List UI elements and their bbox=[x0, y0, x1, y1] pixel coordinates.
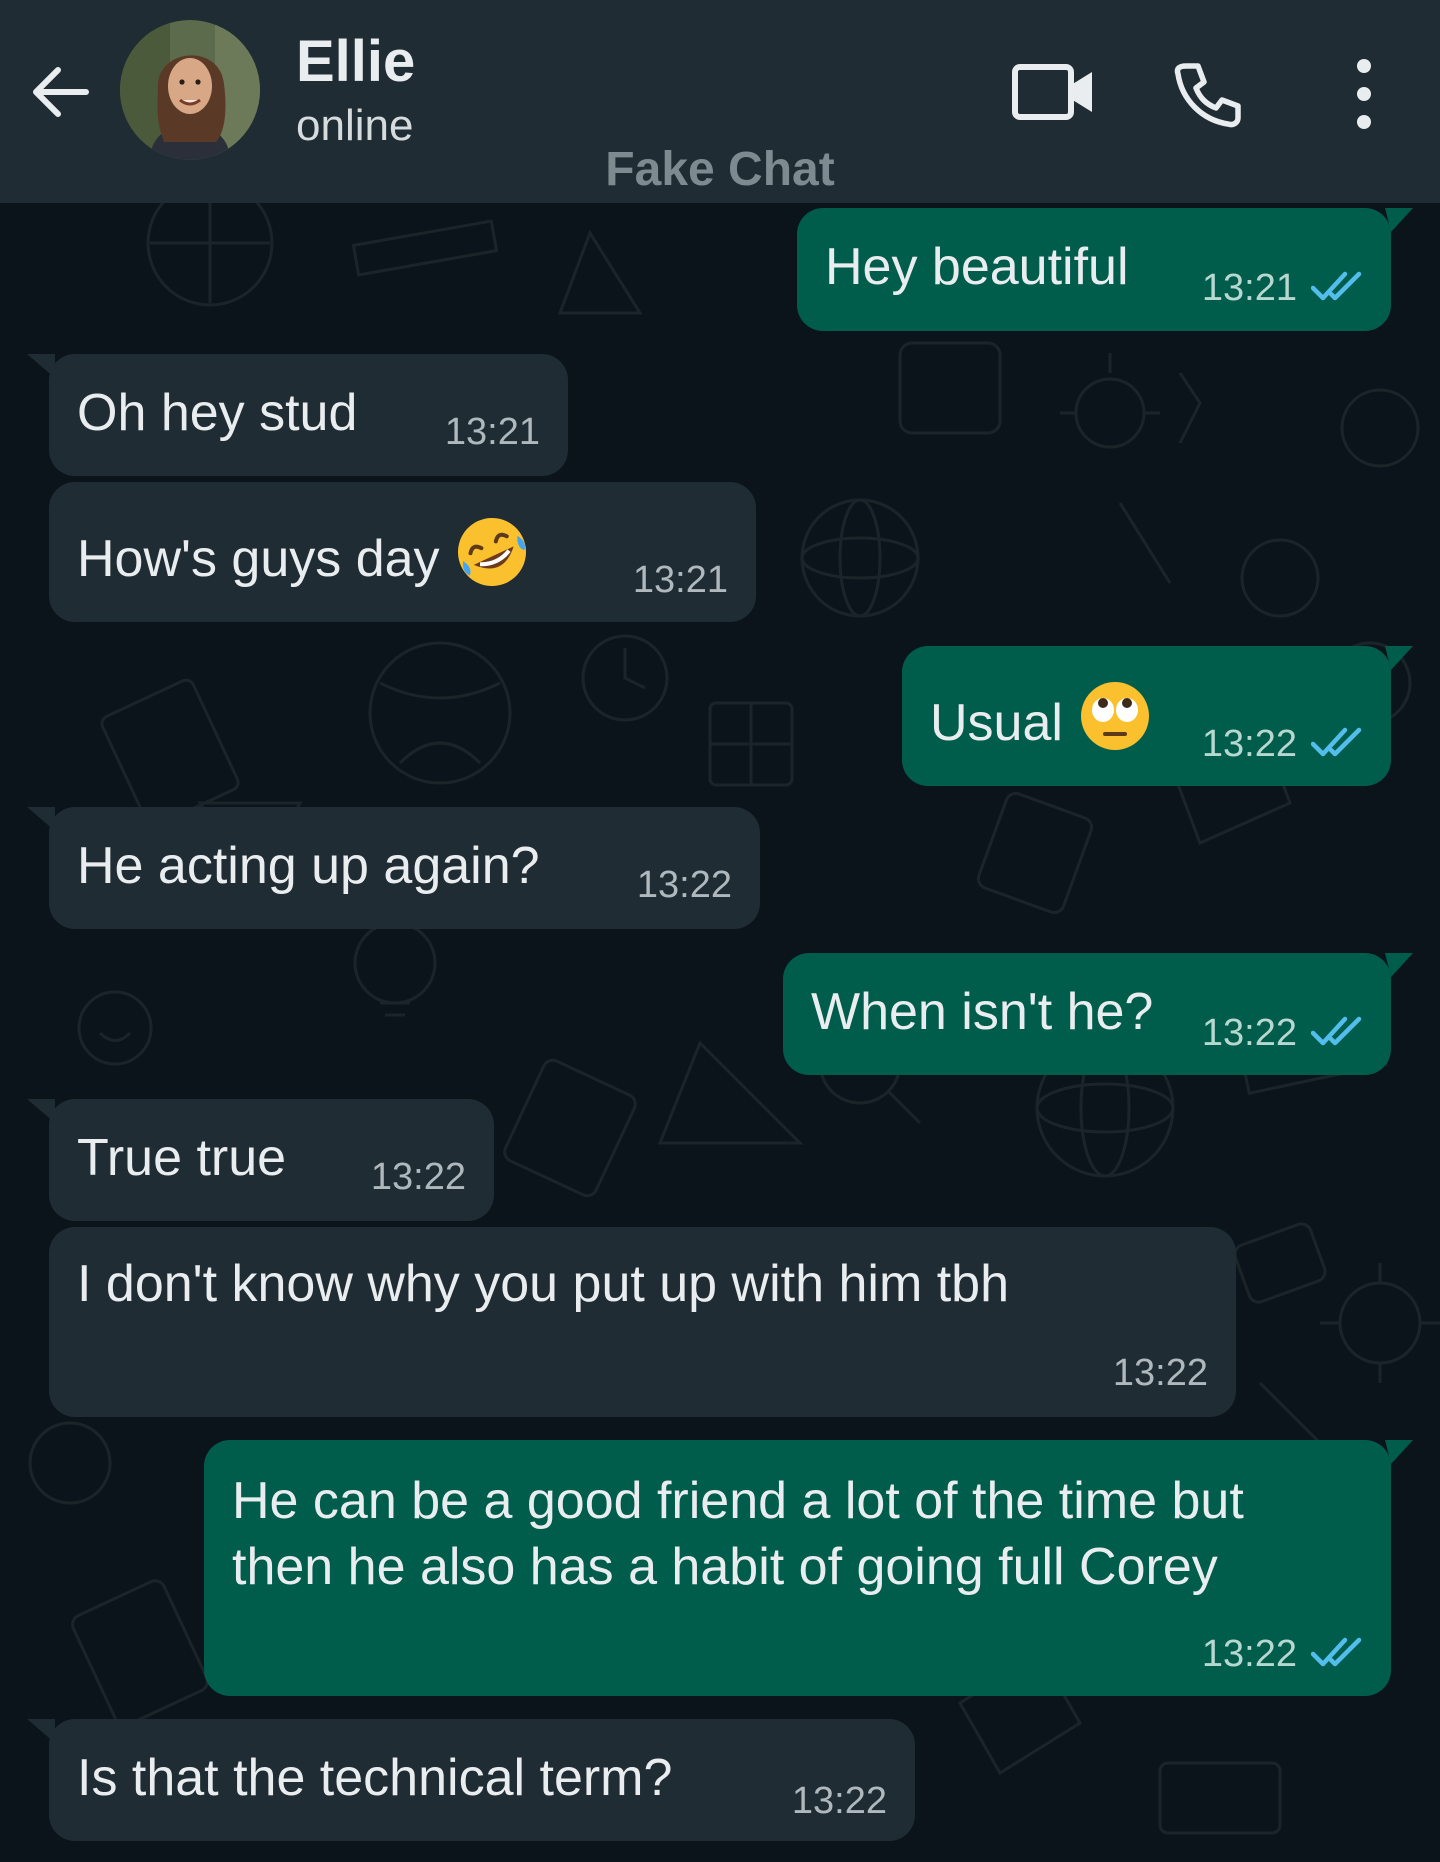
message-time: 13:22 bbox=[791, 1780, 887, 1822]
message-text: I don't know why you put up with him tbh bbox=[77, 1255, 1009, 1313]
message-meta: 13:22 bbox=[371, 1155, 466, 1199]
message-time: 13:22 bbox=[1201, 723, 1297, 765]
message-text: Oh hey stud bbox=[77, 384, 358, 442]
message-meta: 13:22 bbox=[1202, 1632, 1363, 1676]
message-meta: 13:22 bbox=[1113, 1351, 1208, 1395]
message-bubble-outgoing[interactable]: He can be a good friend a lot of the tim… bbox=[204, 1440, 1413, 1696]
bubble-tail bbox=[27, 1719, 55, 1743]
message-meta: 13:21 bbox=[1202, 266, 1363, 310]
contact-name[interactable]: Ellie bbox=[296, 28, 415, 96]
message-bubble-outgoing[interactable]: Usual 13:22 bbox=[902, 646, 1413, 786]
message-time: 13:22 bbox=[636, 864, 732, 906]
message-bubble-incoming[interactable]: Is that the technical term? 13:22 bbox=[27, 1719, 915, 1841]
bubble-tail bbox=[27, 354, 55, 378]
bubble-tail bbox=[1385, 953, 1413, 977]
message-time: 13:21 bbox=[444, 411, 540, 453]
phone-icon[interactable] bbox=[1172, 58, 1244, 130]
message-text: He acting up again? bbox=[77, 837, 540, 895]
bubble-tail bbox=[1385, 1440, 1413, 1464]
message-text: True true bbox=[77, 1129, 287, 1187]
message-bubble-incoming[interactable]: Oh hey stud 13:21 bbox=[27, 354, 568, 476]
watermark-text: Fake Chat bbox=[605, 143, 835, 196]
message-text: Hey beautiful bbox=[825, 238, 1129, 296]
chat-header: Ellie online Fake Chat bbox=[0, 0, 1440, 203]
video-call-icon[interactable] bbox=[1010, 58, 1100, 126]
message-meta: 13:22 bbox=[1202, 722, 1363, 766]
message-list[interactable]: Hey beautiful 13:21 Oh hey stud 13:21 Ho… bbox=[0, 203, 1440, 1862]
message-time: 13:22 bbox=[1201, 1012, 1297, 1054]
eye-roll-emoji-icon bbox=[1080, 682, 1149, 750]
rofl-emoji-icon bbox=[457, 518, 526, 586]
bubble-tail bbox=[1385, 208, 1413, 232]
message-bubble-incoming[interactable]: True true 13:22 bbox=[27, 1099, 494, 1221]
read-receipt-icon bbox=[1311, 1016, 1362, 1046]
message-bubble-incoming[interactable]: I don't know why you put up with him tbh… bbox=[49, 1227, 1236, 1417]
back-arrow-icon[interactable] bbox=[26, 58, 94, 126]
read-receipt-icon bbox=[1311, 1637, 1362, 1667]
message-text: Usual bbox=[930, 678, 1153, 756]
message-bubble-outgoing[interactable]: When isn't he? 13:22 bbox=[783, 953, 1413, 1075]
message-text: He can be a good friend a lot of the tim… bbox=[232, 1472, 1244, 1596]
bubble-tail bbox=[27, 1099, 55, 1123]
message-time: 13:21 bbox=[632, 559, 728, 601]
message-bubble-incoming[interactable]: How's guys day 13:21 bbox=[49, 482, 756, 622]
message-bubble-incoming[interactable]: He acting up again? 13:22 bbox=[27, 807, 760, 929]
message-meta: 13:22 bbox=[792, 1779, 887, 1823]
message-meta: 13:22 bbox=[1202, 1011, 1363, 1055]
message-text: Is that the technical term? bbox=[77, 1749, 673, 1807]
message-time: 13:22 bbox=[370, 1156, 466, 1198]
message-time: 13:21 bbox=[1201, 267, 1297, 309]
bubble-tail bbox=[27, 807, 55, 831]
message-meta: 13:22 bbox=[637, 863, 732, 907]
message-text: How's guys day bbox=[77, 514, 530, 592]
message-text-content: How's guys day bbox=[77, 530, 440, 588]
read-receipt-icon bbox=[1311, 271, 1362, 301]
message-bubble-outgoing[interactable]: Hey beautiful 13:21 bbox=[797, 208, 1413, 331]
message-time: 13:22 bbox=[1112, 1352, 1208, 1394]
more-vert-icon[interactable] bbox=[1334, 56, 1394, 132]
message-meta: 13:21 bbox=[633, 558, 728, 602]
bubble-tail bbox=[1385, 646, 1413, 670]
message-time: 13:22 bbox=[1201, 1633, 1297, 1675]
message-meta: 13:21 bbox=[445, 410, 540, 454]
message-text-content: Usual bbox=[930, 694, 1063, 752]
message-text: When isn't he? bbox=[811, 983, 1154, 1041]
avatar[interactable] bbox=[120, 20, 260, 160]
read-receipt-icon bbox=[1311, 727, 1362, 757]
